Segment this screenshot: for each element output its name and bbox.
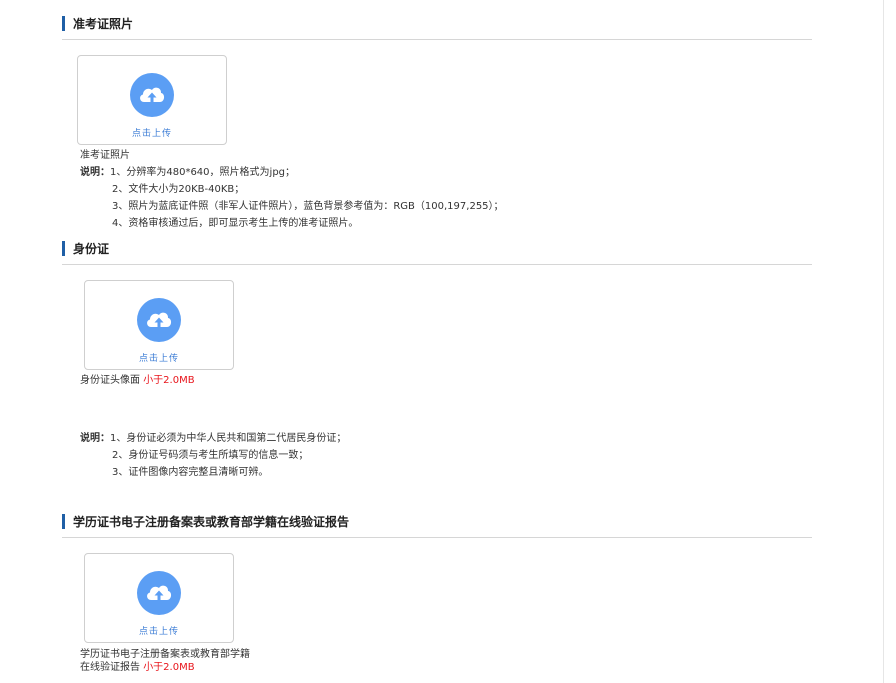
caption-text: 准考证照片 (80, 150, 130, 161)
upload-label: 点击上传 (138, 354, 179, 364)
note-line-3: 3、证件图像内容完整且清晰可辨。 (112, 467, 269, 478)
upload-caption: 学历证书电子注册备案表或教育部学籍 在线验证报告 小于2.0MB (80, 648, 250, 674)
note-line-2: 2、身份证号码须与考生所填写的信息一致； (112, 450, 309, 461)
note-block-exam-photo: 说明：1、分辨率为480*640，照片格式为jpg； 2、文件大小为20KB-4… (80, 164, 504, 232)
upload-label: 点击上传 (138, 627, 179, 637)
size-limit-text: 小于2.0MB (143, 375, 195, 386)
section-header-exam-photo: 准考证照片 (62, 14, 812, 40)
upload-caption: 身份证头像面 小于2.0MB (80, 374, 195, 387)
cloud-upload-icon (137, 298, 181, 342)
scrollbar-track[interactable] (883, 0, 884, 683)
caption-text-line-1: 学历证书电子注册备案表或教育部学籍 (80, 649, 250, 660)
upload-page: 准考证照片 点击上传 准考证照片 说明：1、分辨率为480*640，照片格式为j… (0, 0, 896, 683)
section-accent-bar (62, 241, 65, 256)
cloud-upload-icon (130, 73, 174, 117)
note-line-2: 2、文件大小为20KB-40KB； (112, 184, 245, 195)
size-limit-text: 小于2.0MB (143, 662, 195, 673)
note-line-1: 1、分辨率为480*640，照片格式为jpg； (110, 167, 296, 178)
note-label: 说明： (80, 433, 110, 444)
upload-button-exam-photo[interactable]: 点击上传 (77, 55, 227, 145)
note-line-3: 3、照片为蓝底证件照（非军人证件照片），蓝色背景参考值为：RGB（100,197… (112, 201, 504, 212)
section-title: 学历证书电子注册备案表或教育部学籍在线验证报告 (73, 515, 350, 529)
section-title: 身份证 (73, 242, 110, 256)
section-header-id-card: 身份证 (62, 239, 812, 265)
note-label: 说明： (80, 167, 110, 178)
upload-label: 点击上传 (131, 129, 172, 139)
section-accent-bar (62, 514, 65, 529)
section-title: 准考证照片 (73, 17, 134, 31)
upload-button-id-card[interactable]: 点击上传 (84, 280, 234, 370)
section-header-education-cert: 学历证书电子注册备案表或教育部学籍在线验证报告 (62, 512, 812, 538)
caption-text-line-2: 在线验证报告 (80, 662, 140, 673)
caption-text: 身份证头像面 (80, 375, 140, 386)
upload-caption: 准考证照片 (80, 149, 130, 162)
upload-button-education-cert[interactable]: 点击上传 (84, 553, 234, 643)
cloud-upload-icon (137, 571, 181, 615)
note-block-id-card: 说明：1、身份证必须为中华人民共和国第二代居民身份证； 2、身份证号码须与考生所… (80, 430, 346, 481)
section-accent-bar (62, 16, 65, 31)
note-line-1: 1、身份证必须为中华人民共和国第二代居民身份证； (110, 433, 347, 444)
note-line-4: 4、资格审核通过后，即可显示考生上传的准考证照片。 (112, 218, 359, 229)
